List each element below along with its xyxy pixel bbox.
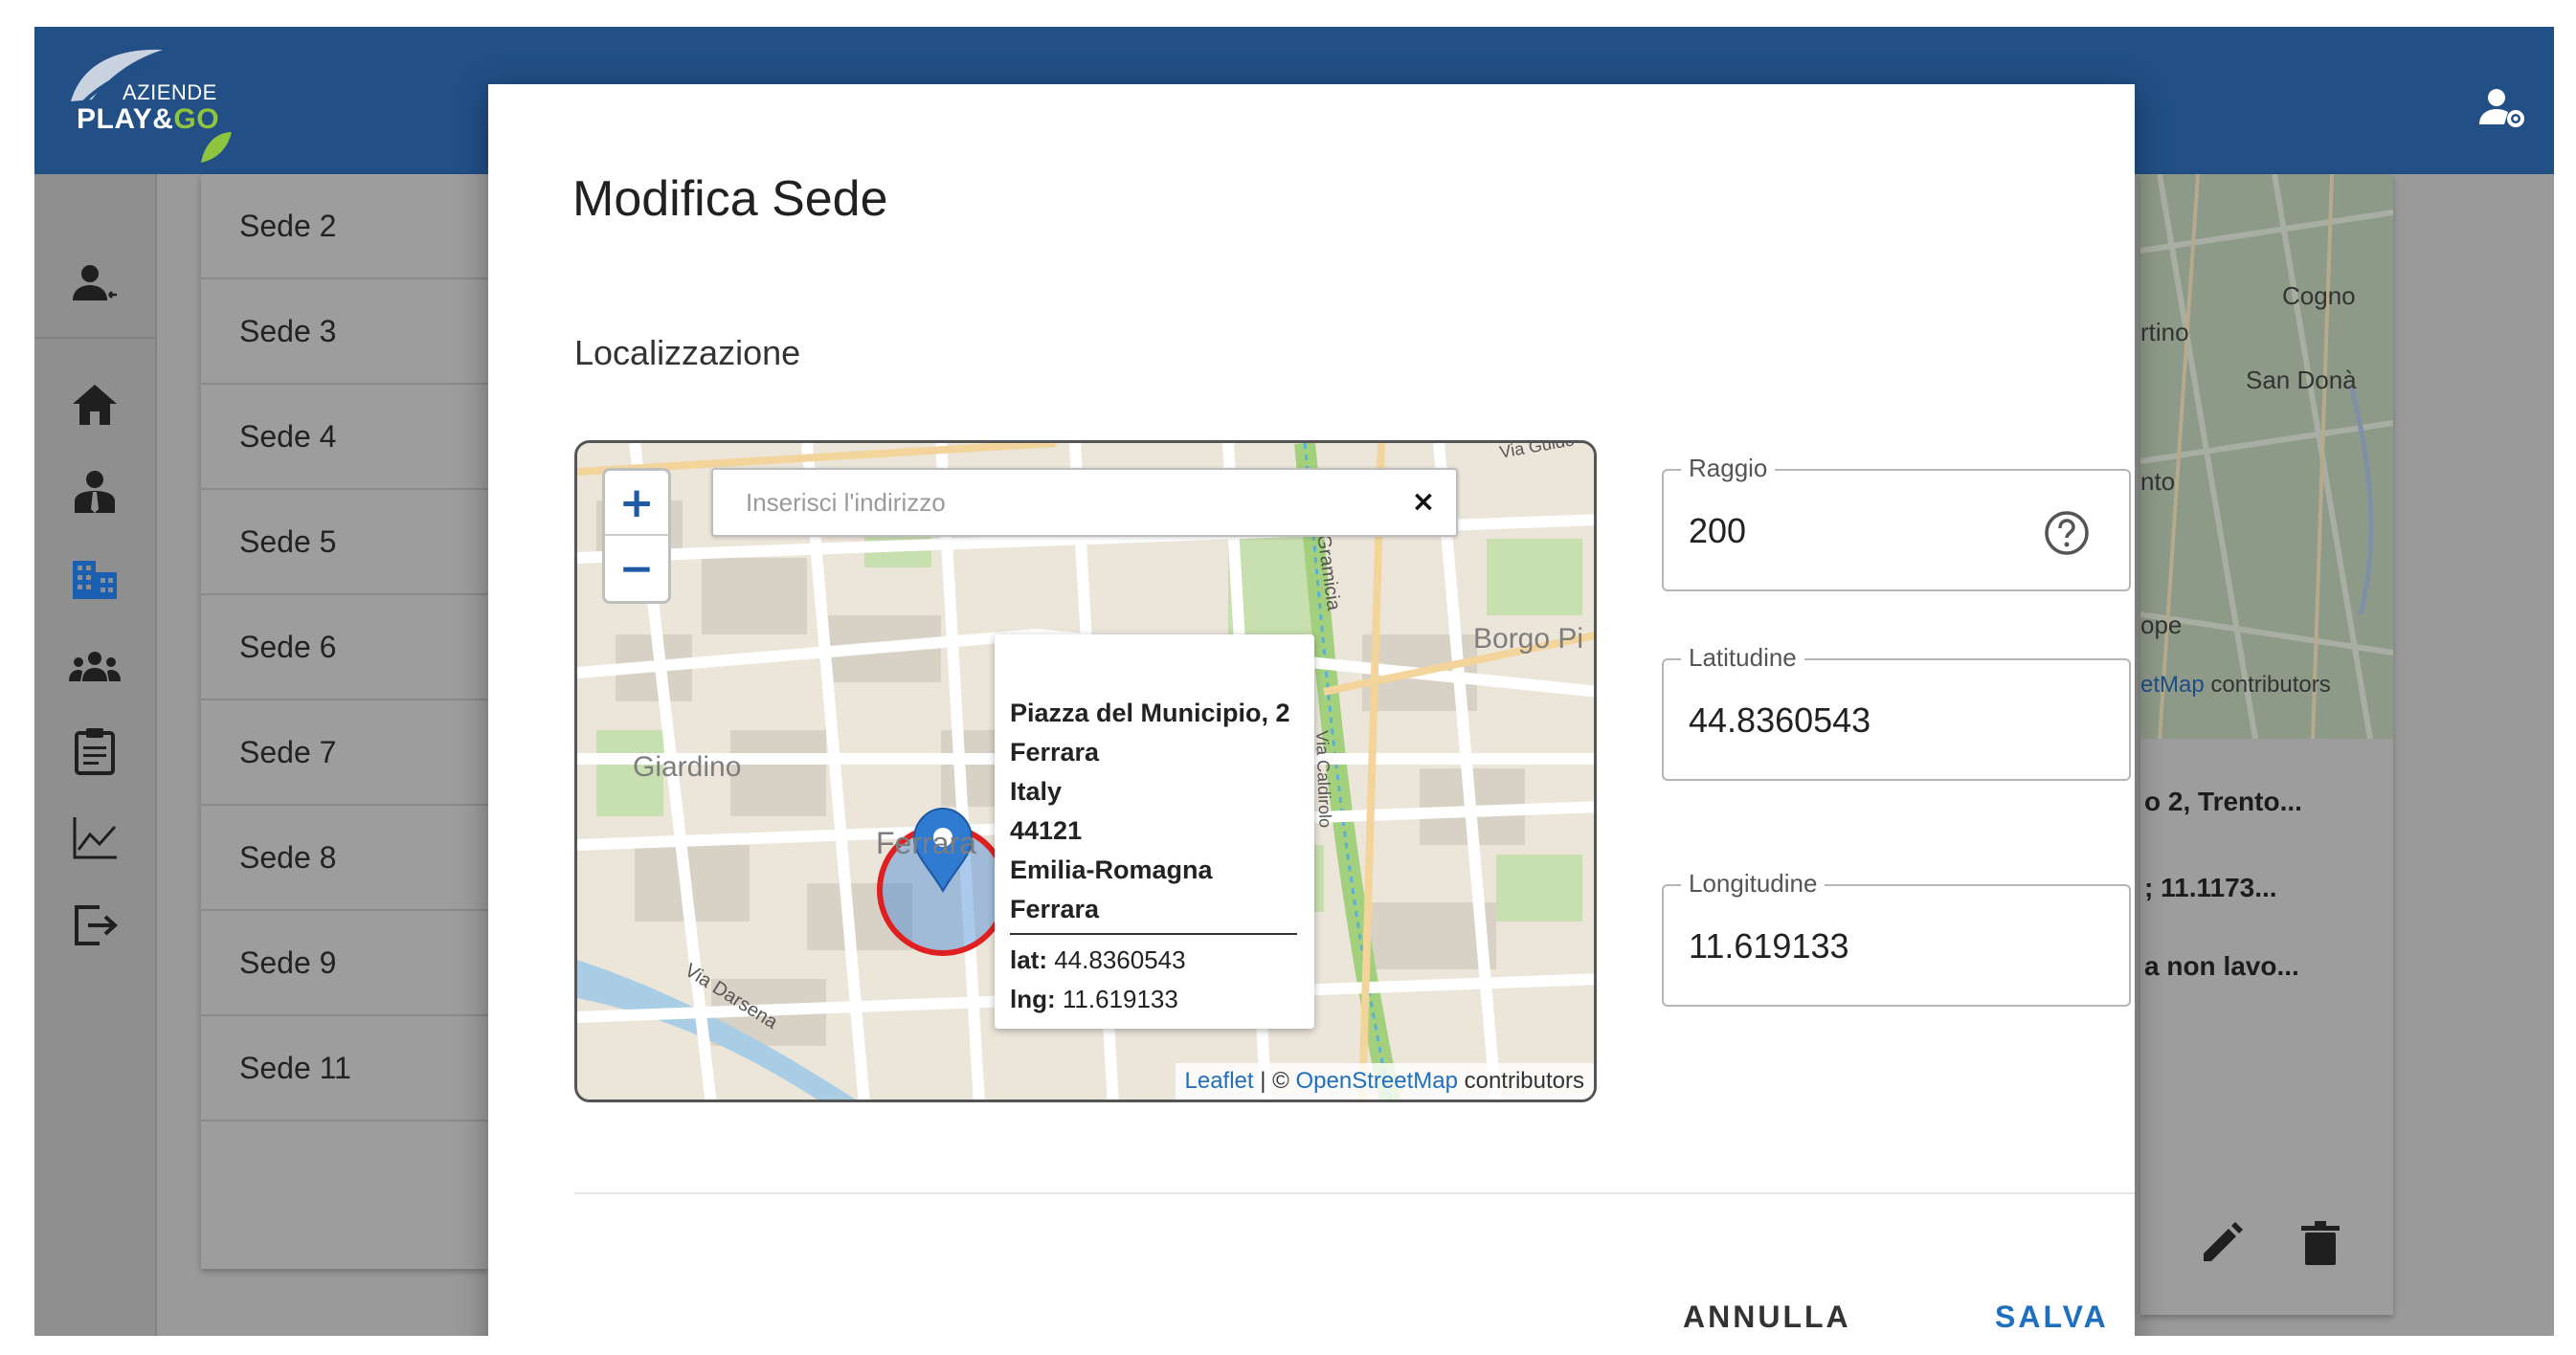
- popup-lng-label: lng:: [1010, 985, 1056, 1013]
- raggio-field: Raggio: [1662, 454, 2131, 591]
- popup-region: Emilia-Romagna: [1010, 855, 1213, 884]
- sede-list-item[interactable]: Sede 11: [201, 1016, 488, 1122]
- edit-sede-dialog: Modifica Sede Localizzazione Giardino Bo…: [488, 84, 2135, 1336]
- home-icon[interactable]: [67, 377, 123, 433]
- latitudine-input[interactable]: [1689, 697, 2052, 744]
- map-label-ferrara: Ferrara: [876, 826, 976, 860]
- popup-address: Piazza del Municipio, 2: [1010, 699, 1290, 727]
- popup-lng: lng: 11.619133: [1010, 980, 1301, 1019]
- popup-lat: lat: 44.8360543: [1010, 941, 1301, 980]
- edit-icon[interactable]: [2194, 1217, 2248, 1271]
- address-search-input[interactable]: [746, 470, 1397, 535]
- search-clear-button[interactable]: ×: [1408, 487, 1439, 518]
- map-label: ope: [2140, 611, 2183, 639]
- detail-note: a non lavo...: [2144, 951, 2299, 981]
- sede-list-item[interactable]: Sede 5: [201, 490, 488, 595]
- sede-list-item[interactable]: Sede 9: [201, 911, 488, 1016]
- popup-city: Ferrara: [1010, 738, 1100, 766]
- dialog-title: Modifica Sede: [572, 171, 888, 227]
- sede-list-item[interactable]: Sede 7: [201, 700, 488, 806]
- delete-icon[interactable]: [2294, 1217, 2347, 1271]
- employee-icon[interactable]: [67, 465, 123, 521]
- section-title: Localizzazione: [574, 333, 801, 372]
- dialog-divider: [574, 1192, 2135, 1194]
- map-label-caldirolo: Via Caldirolo: [1312, 730, 1335, 829]
- sidebar: [34, 174, 157, 1336]
- raggio-input[interactable]: [1689, 507, 2052, 555]
- popup-country: Italy: [1010, 777, 1063, 806]
- app-root: AZIENDE PLAY&GO Sede 2 Sede 3 Sede 4 Sed…: [34, 27, 2554, 1336]
- osm-link[interactable]: etMap: [2140, 672, 2205, 698]
- map-label-borgo: Borgo Pi: [1473, 623, 1584, 655]
- address-popup: Piazza del Municipio, 2 Ferrara Italy 44…: [995, 634, 1314, 1029]
- longitudine-field: Longitudine: [1662, 869, 2131, 1007]
- address-search: ×: [711, 468, 1458, 537]
- groups-icon[interactable]: [67, 639, 123, 695]
- detail-coords: ; 11.1173...: [2144, 873, 2277, 902]
- logo-go: GO: [173, 103, 220, 135]
- latitudine-field: Latitudine: [1662, 643, 2131, 781]
- popup-postcode: 44121: [1010, 816, 1083, 845]
- map-label-giardino: Giardino: [633, 751, 742, 783]
- logo-play-go: PLAY&GO: [77, 103, 219, 136]
- logout-icon[interactable]: [67, 898, 123, 953]
- logo-aziende: AZIENDE: [123, 80, 217, 104]
- detail-address: o 2, Trento...: [2144, 787, 2302, 816]
- sidebar-separator: [34, 337, 157, 339]
- help-icon[interactable]: [2043, 509, 2091, 557]
- leaflet-link[interactable]: Leaflet: [1185, 1068, 1254, 1094]
- sede-list: Sede 2 Sede 3 Sede 4 Sede 5 Sede 6 Sede …: [201, 174, 488, 1269]
- chart-icon[interactable]: [67, 810, 123, 865]
- popup-divider: [1010, 933, 1297, 935]
- attribution-suffix: contributors: [2204, 672, 2331, 698]
- sede-list-item[interactable]: Sede 6: [201, 595, 488, 700]
- popup-lat-value: 44.8360543: [1047, 945, 1186, 974]
- popup-lat-label: lat:: [1010, 945, 1047, 974]
- zoom-out-button[interactable]: −: [605, 536, 668, 601]
- popup-province: Ferrara: [1010, 895, 1100, 923]
- sede-list-item[interactable]: Sede 4: [201, 385, 488, 490]
- map-label: nto: [2140, 467, 2176, 496]
- raggio-label: Raggio: [1681, 454, 1776, 483]
- app-logo[interactable]: AZIENDE PLAY&GO: [63, 44, 245, 168]
- zoom-in-button[interactable]: +: [605, 471, 668, 536]
- sede-list-item[interactable]: Sede 2: [201, 174, 488, 279]
- sede-list-item[interactable]: Sede 3: [201, 279, 488, 385]
- logo-play: PLAY&: [77, 103, 174, 135]
- location-map[interactable]: Giardino Borgo Pi Ferrara Via Caldirolo …: [574, 440, 1597, 1102]
- detail-map-tiles: [2140, 174, 2393, 739]
- map-label: rtino: [2140, 318, 2189, 346]
- clipboard-icon[interactable]: [67, 723, 123, 779]
- detail-map: Cogno rtino San Donà nto ope etMap contr…: [2140, 174, 2393, 739]
- detail-map-attribution: etMap contributors: [2140, 672, 2331, 699]
- osm-link[interactable]: OpenStreetMap: [1296, 1068, 1458, 1094]
- map-attribution: Leaflet | © OpenStreetMap contributors: [1175, 1063, 1594, 1100]
- sede-detail-card: Cogno rtino San Donà nto ope etMap contr…: [2140, 174, 2393, 1315]
- save-button[interactable]: SALVA: [1995, 1299, 2109, 1335]
- popup-lng-value: 11.619133: [1055, 985, 1178, 1013]
- map-label: San Donà: [2246, 366, 2357, 394]
- cancel-button[interactable]: ANNULLA: [1683, 1299, 1851, 1335]
- zoom-control: + −: [602, 468, 671, 604]
- longitudine-label: Longitudine: [1681, 869, 1826, 899]
- person-switch-icon[interactable]: [67, 256, 123, 312]
- attribution-contributors: contributors: [1457, 1068, 1584, 1094]
- latitudine-label: Latitudine: [1681, 643, 1804, 673]
- longitudine-input[interactable]: [1689, 922, 2052, 970]
- sede-list-item[interactable]: Sede 8: [201, 806, 488, 911]
- company-icon[interactable]: [67, 551, 123, 607]
- manage-accounts-icon[interactable]: [2475, 82, 2529, 136]
- map-label: Cogno: [2282, 281, 2356, 310]
- attribution-separator: | ©: [1253, 1068, 1296, 1094]
